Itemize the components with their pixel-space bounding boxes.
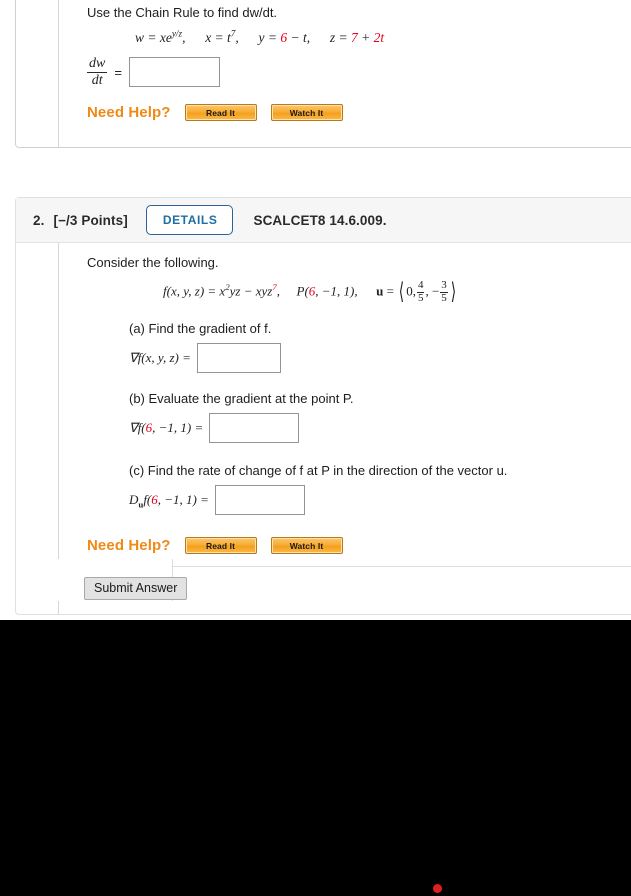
question-1-formula: w = xey/z, x = t7, y = 6 − t, z = 7 + 2t [135,28,385,46]
formula-z-mid: + [357,30,374,45]
vector-component-2: 45 [416,279,425,305]
part-b-label-pre: ∇f( [129,420,146,435]
read-it-button[interactable]: Read It [184,104,257,121]
question-1-prompt: Use the Chain Rule to find dw/dt. [87,5,277,20]
function-lhs: f(x, y, z) = x [163,283,226,299]
question-1-body: Use the Chain Rule to find dw/dt. w = xe… [58,0,631,147]
part-a-label: (a) Find the gradient of f. [129,321,271,336]
formula-z-lhs: z = [329,30,351,45]
formula-z-value-2: 2t [373,30,385,45]
formula-y-rest: − t, [287,30,311,45]
equals-sign: = [114,64,122,80]
need-help-label: Need Help? [87,104,171,121]
assignment-page: Use the Chain Rule to find dw/dt. w = xe… [0,0,631,620]
part-a-label-text: (a) Find the gradient of f. [129,321,272,336]
vector-equals: = [386,283,394,299]
part-b-answer-label: ∇f(6, −1, 1) = [129,420,203,436]
vector-component-1: 0, [406,283,416,299]
question-1-need-help: Need Help? Read It Watch It [87,104,343,121]
question-2-function: f(x, y, z) = x2yz − xyz7, P(6, −1, 1), u… [163,279,458,305]
point-lhs: P( [296,283,309,299]
vector-frac-1-num: 4 [416,279,425,293]
formula-x: x = t [205,30,231,45]
formula-w-exponent: y/z [171,28,183,39]
angle-bracket-right: ⟩ [450,279,456,305]
question-1-card: Use the Chain Rule to find dw/dt. w = xe… [15,0,631,148]
part-c-answer-row: Duf(6, −1, 1) = [129,485,305,515]
question-2-prompt-text: Consider the following. [87,255,219,270]
question-2-number: 2. [33,212,45,228]
dw-dt-fraction: dw dt [87,56,108,88]
part-b-label: (b) Evaluate the gradient at the point P… [129,391,354,406]
submit-answer-button[interactable]: Submit Answer [84,577,188,601]
angle-bracket-left: ⟨ [399,279,405,305]
fraction-denominator: dt [91,72,103,88]
formula-z-value: 7 [351,30,358,45]
part-c-answer-label: Duf(6, −1, 1) = [129,492,209,509]
watch-it-button-2[interactable]: Watch It [270,537,343,554]
vector-frac-2-num: 3 [440,279,448,293]
part-b-answer-row: ∇f(6, −1, 1) = [129,413,300,443]
details-button[interactable]: DETAILS [145,205,234,235]
formula-w: w = xe [135,30,172,45]
empty-viewport-area [0,620,631,896]
part-a-answer-input[interactable] [196,343,281,373]
part-b-answer-input[interactable] [209,413,300,443]
question-2-prompt: Consider the following. [87,255,219,270]
vector-u-label: u [376,283,384,299]
formula-comma-1: , [182,30,186,45]
part-b-label-post: , −1, 1) = [152,420,204,435]
vector-frac-1-den: 5 [417,291,424,304]
part-a-answer-row: ∇f(x, y, z) = [129,343,281,373]
question-1-prompt-text: Use the Chain Rule to find dw/dt. [87,5,278,20]
part-c-label: (c) Find the rate of change of f at P in… [129,463,507,478]
question-1-answer-row: dw dt = [87,56,220,88]
vector-frac-2-den: 5 [441,291,447,304]
question-2-header: 2. [−/3 Points] DETAILS SCALCET8 14.6.00… [16,198,631,243]
part-c-label-text: (c) Find the rate of change of f at P in… [129,463,508,478]
part-a-answer-label: ∇f(x, y, z) = [129,350,191,365]
question-2-points: [−/3 Points] [53,212,128,228]
part-c-label-post: , −1, 1) = [157,492,209,507]
question-1-answer-input[interactable] [128,57,220,88]
function-mid: yz − xyz [229,283,273,299]
read-it-button-2[interactable]: Read It [184,537,257,554]
need-help-label-2: Need Help? [87,537,171,554]
formula-comma-2: , [235,30,239,45]
question-2-need-help: Need Help? Read It Watch It [87,537,343,554]
vector-component-3: 35 [440,279,448,305]
fraction-numerator: dw [87,56,108,73]
point-rest: , −1, 1), [315,283,358,299]
cursor-indicator-dot [433,884,442,893]
watch-it-button[interactable]: Watch It [270,104,343,121]
part-c-answer-input[interactable] [214,485,305,515]
part-b-label-text: (b) Evaluate the gradient at the point P… [129,391,354,406]
vector-separator: , − [425,283,440,299]
question-2-code: SCALCET8 14.6.009. [253,212,387,228]
function-comma: , [276,283,280,299]
formula-y-lhs: y = [258,30,281,45]
submit-bar: Submit Answer [58,559,631,608]
part-c-label-pre: D [129,492,139,507]
question-2-card: 2. [−/3 Points] DETAILS SCALCET8 14.6.00… [15,197,631,615]
